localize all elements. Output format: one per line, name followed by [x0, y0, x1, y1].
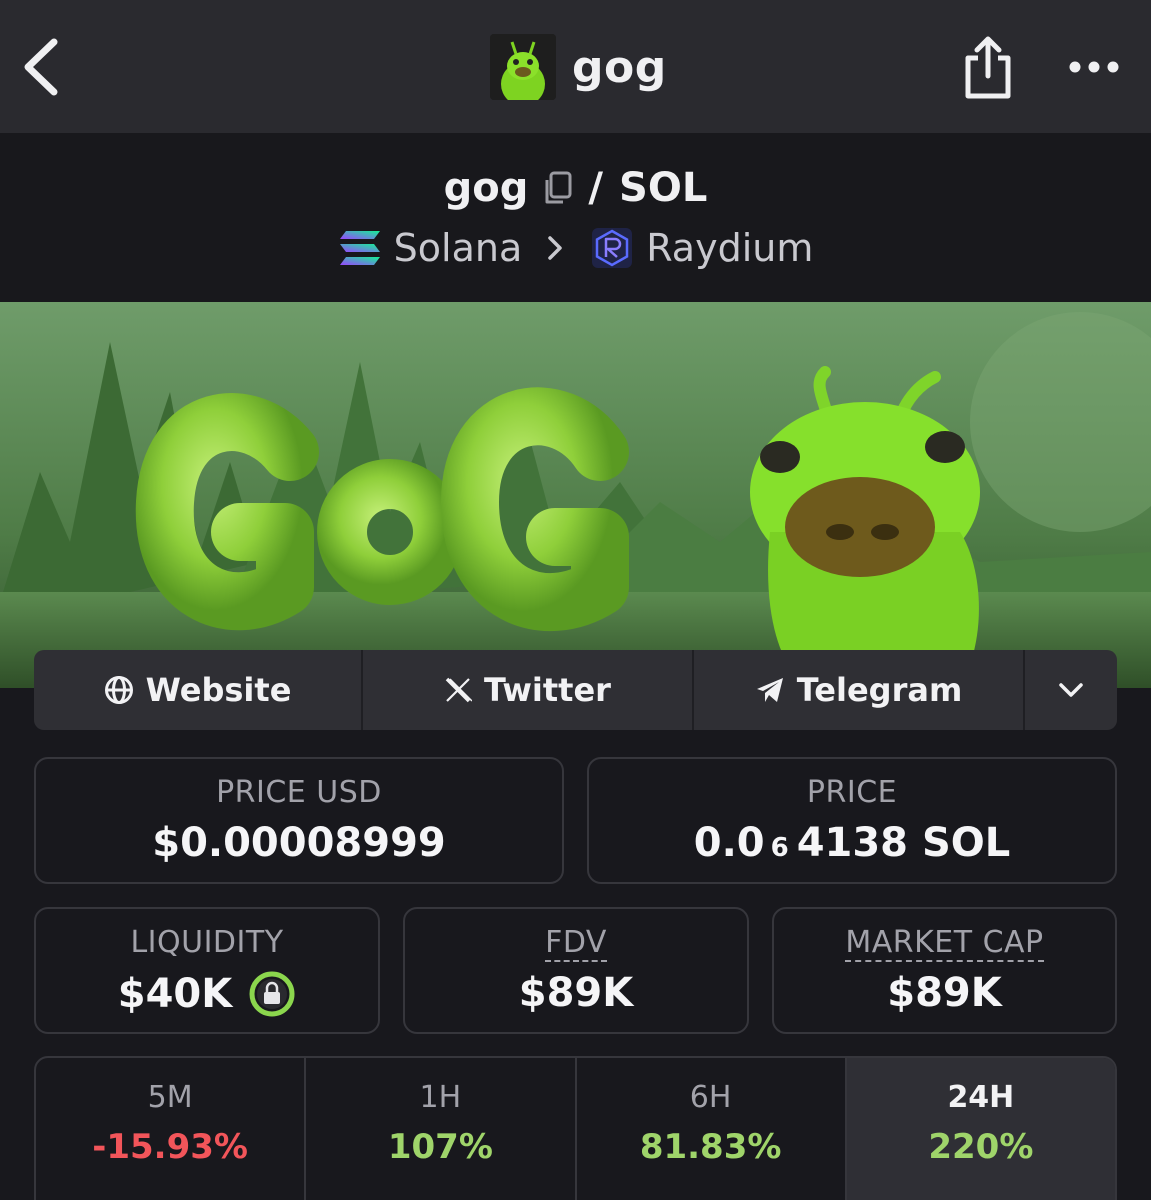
chevron-left-icon — [24, 38, 58, 96]
quote-token-symbol: SOL — [619, 165, 708, 211]
tab-24h[interactable]: 24H 220% — [846, 1058, 1115, 1200]
chevron-down-icon — [1059, 683, 1083, 697]
twitter-link-label: Twitter — [484, 671, 611, 709]
lock-icon[interactable] — [248, 970, 296, 1018]
back-button[interactable] — [18, 34, 68, 100]
fdv-card[interactable]: FDV $89K — [403, 907, 749, 1034]
telegram-icon — [756, 678, 783, 702]
market-cap-value: $89K — [887, 970, 1002, 1016]
tab-24h-change: 220% — [928, 1127, 1034, 1167]
tab-5m[interactable]: 5M -15.93% — [36, 1058, 307, 1200]
website-link-button[interactable]: Website — [34, 650, 363, 730]
fdv-value: $89K — [518, 970, 634, 1016]
price-usd-value: $0.00008999 — [152, 820, 446, 866]
pair-name: gog / SOL — [0, 163, 1151, 213]
globe-icon — [104, 676, 133, 704]
social-links-bar: Website Twitter Telegram — [34, 650, 1117, 730]
token-avatar — [490, 34, 556, 100]
share-icon — [965, 36, 1011, 99]
tab-1h[interactable]: 1H 107% — [306, 1058, 577, 1200]
price-change-tabs: 5M -15.93% 1H 107% 6H 81.83% 24H 220% — [34, 1056, 1117, 1200]
market-cap-label: MARKET CAP — [845, 925, 1044, 962]
chevron-right-icon — [548, 236, 562, 260]
liquidity-card: LIQUIDITY $40K — [34, 907, 380, 1034]
tab-24h-label: 24H — [947, 1080, 1015, 1115]
price-usd-label: PRICE USD — [216, 775, 382, 810]
copy-icon[interactable] — [542, 171, 572, 205]
fdv-label: FDV — [545, 925, 607, 962]
more-horizontal-icon — [1069, 61, 1119, 73]
tab-6h-label: 6H — [689, 1080, 732, 1115]
nav-title-text: gog — [572, 41, 667, 93]
more-links-dropdown[interactable] — [1025, 650, 1117, 730]
website-link-label: Website — [145, 671, 292, 709]
telegram-link-label: Telegram — [796, 671, 963, 709]
more-options-button[interactable] — [1066, 50, 1122, 84]
pair-header: gog / SOL Solana Raydium — [0, 133, 1151, 302]
x-logo-icon — [445, 677, 473, 703]
price-usd-card: PRICE USD $0.00008999 — [34, 757, 564, 884]
twitter-link-button[interactable]: Twitter — [363, 650, 694, 730]
nav-title: gog — [490, 34, 667, 100]
telegram-link-button[interactable]: Telegram — [694, 650, 1025, 730]
tab-6h[interactable]: 6H 81.83% — [577, 1058, 847, 1200]
liquidity-value: $40K — [117, 971, 233, 1017]
liquidity-value-row: $40K — [36, 970, 378, 1018]
pair-separator: / — [588, 165, 604, 211]
top-nav-bar: gog — [0, 0, 1151, 133]
dex-name[interactable]: Raydium — [646, 226, 813, 270]
base-token-symbol: gog — [443, 165, 529, 211]
tab-5m-change: -15.93% — [92, 1127, 248, 1167]
share-button[interactable] — [960, 34, 1016, 100]
price-native-prefix: 0.0 — [693, 820, 765, 866]
tab-1h-change: 107% — [387, 1127, 493, 1167]
tab-6h-change: 81.83% — [639, 1127, 782, 1167]
tab-1h-label: 1H — [419, 1080, 462, 1115]
token-banner-image — [0, 302, 1151, 688]
price-native-zero-count: 6 — [770, 833, 789, 863]
raydium-logo-icon — [592, 228, 633, 268]
chain-breadcrumb: Solana Raydium — [0, 223, 1151, 273]
solana-logo-icon — [339, 231, 380, 265]
price-native-label: PRICE — [806, 775, 898, 810]
price-native-suffix: 4138 SOL — [796, 820, 1011, 866]
liquidity-label: LIQUIDITY — [130, 925, 284, 960]
tab-5m-label: 5M — [147, 1080, 193, 1115]
market-cap-card[interactable]: MARKET CAP $89K — [772, 907, 1117, 1034]
price-native-card: PRICE 0.0 6 4138 SOL — [587, 757, 1117, 884]
price-native-value: 0.0 6 4138 SOL — [589, 820, 1115, 866]
chain-name[interactable]: Solana — [394, 226, 523, 270]
